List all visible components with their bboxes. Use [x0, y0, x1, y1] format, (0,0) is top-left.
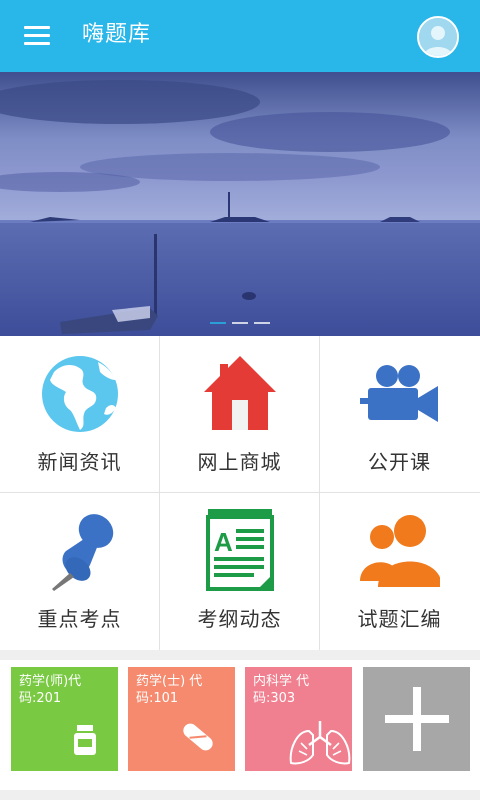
subject-tile-internal-medicine[interactable]: 内科学 代 码:303: [245, 667, 352, 771]
grid-item-key-points[interactable]: 重点考点: [0, 493, 159, 649]
subject-tile-title: 内科学 代 码:303: [253, 673, 345, 707]
pill-capsule-icon: [178, 717, 218, 761]
subject-code: 码:101: [136, 691, 179, 706]
grid-item-label: 试题汇编: [357, 607, 442, 631]
carousel-dot[interactable]: [210, 322, 226, 324]
medicine-bottle-icon: [71, 723, 99, 761]
grid-item-label: 考纲动态: [197, 607, 282, 631]
app-title: 嗨题库: [82, 22, 152, 47]
subject-name: 药学(士) 代: [136, 674, 203, 689]
svg-text:A: A: [214, 527, 233, 557]
carousel-indicator: [0, 309, 480, 328]
grid-item-label: 网上商城: [197, 450, 282, 474]
subject-tile-title: 药学(士) 代 码:101: [136, 673, 228, 707]
subject-code: 码:303: [253, 691, 296, 706]
banner-image: [0, 72, 480, 336]
subject-tile-title: 药学(师)代 码:201: [19, 673, 111, 707]
grid-item-label: 公开课: [368, 450, 431, 474]
subject-code: 码:201: [19, 691, 62, 706]
subject-name: 药学(师)代: [19, 674, 82, 689]
hamburger-menu-icon[interactable]: [24, 24, 52, 48]
subject-tiles: 药学(师)代 码:201 药学(士) 代 码:101 内科学 代 码:303: [0, 660, 480, 790]
grid-item-syllabus[interactable]: A 考纲动态: [160, 493, 319, 649]
carousel-dot[interactable]: [232, 322, 248, 324]
grid-item-open-course[interactable]: 公开课: [320, 336, 479, 492]
app-bar: 嗨题库: [0, 0, 480, 72]
plus-icon: [385, 687, 449, 755]
subject-name: 内科学 代: [253, 674, 310, 689]
pushpin-icon: [40, 507, 120, 591]
subject-tile-pharmacy-assistant[interactable]: 药学(士) 代 码:101: [128, 667, 235, 771]
grid-item-label: 重点考点: [37, 607, 122, 631]
user-avatar-icon[interactable]: [417, 16, 459, 58]
add-subject-button[interactable]: [363, 667, 470, 771]
feature-grid: 新闻资讯 网上商城 公开课 重点考点 A 考纲动态 试题汇编: [0, 336, 480, 650]
document-icon: A: [200, 507, 280, 591]
globe-icon: [40, 350, 120, 434]
grid-item-label: 新闻资讯: [37, 450, 122, 474]
grid-item-question-bank[interactable]: 试题汇编: [320, 493, 479, 649]
house-icon: [200, 350, 280, 434]
video-camera-icon: [360, 350, 440, 434]
grid-item-news[interactable]: 新闻资讯: [0, 336, 159, 492]
subject-tile-pharmacist[interactable]: 药学(师)代 码:201: [11, 667, 118, 771]
banner-carousel[interactable]: [0, 72, 480, 336]
carousel-dot[interactable]: [254, 322, 270, 324]
grid-item-shop[interactable]: 网上商城: [160, 336, 319, 492]
lungs-icon: [287, 719, 353, 771]
user-group-icon: [360, 507, 442, 591]
